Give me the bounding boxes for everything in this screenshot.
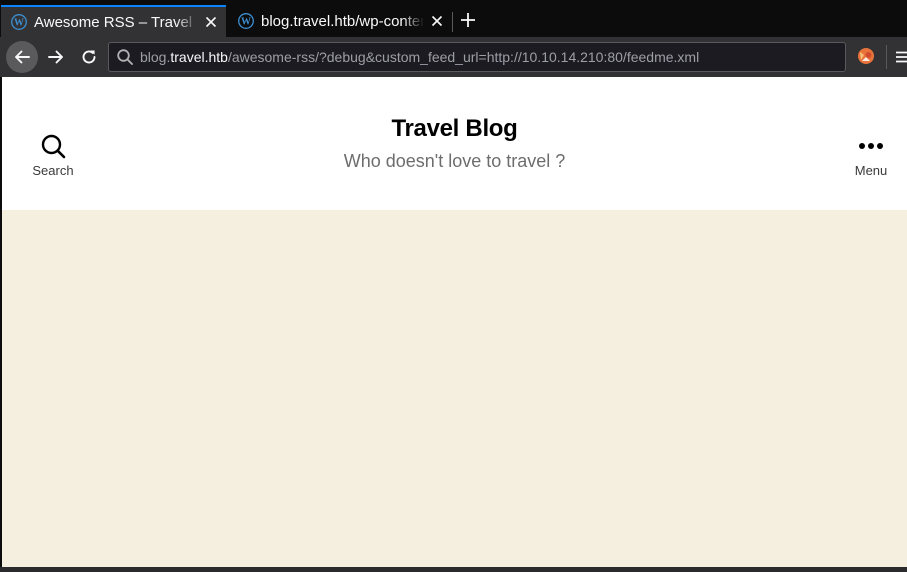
extension-button[interactable] (855, 45, 877, 67)
menu-label: Menu (854, 163, 888, 178)
site-description: Who doesn't love to travel ? (343, 151, 566, 171)
site-header: Search Travel Blog Who doesn't love to t… (2, 77, 907, 210)
window-bottom-edge (0, 567, 907, 572)
menu-toggle-button[interactable]: Menu (831, 133, 907, 178)
reload-icon (82, 50, 96, 64)
arrow-right-icon (48, 50, 63, 64)
tab-separator (452, 12, 453, 32)
new-tab-button[interactable] (456, 8, 480, 32)
close-tab-icon[interactable] (426, 10, 448, 32)
back-button[interactable] (6, 41, 38, 73)
close-tab-icon[interactable] (200, 11, 222, 33)
nav-bar: blog.travel.htb/awesome-rss/?debug&custo… (0, 37, 907, 77)
hamburger-icon (896, 51, 907, 63)
address-bar[interactable]: blog.travel.htb/awesome-rss/?debug&custo… (108, 42, 846, 72)
ellipsis-icon (859, 143, 883, 149)
url-domain: travel.htb (170, 49, 228, 65)
tab-title: blog.travel.htb/wp-content/ (261, 12, 424, 30)
url-path: /awesome-rss/?debug&custom_feed_url=http… (227, 49, 700, 65)
forward-button[interactable] (42, 43, 70, 71)
tab-wp-content[interactable]: W blog.travel.htb/wp-content/ (228, 5, 452, 37)
plus-icon (461, 13, 475, 27)
fox-extension-icon (858, 48, 874, 64)
wordpress-icon: W (238, 13, 254, 29)
reload-button[interactable] (75, 43, 103, 71)
site-title[interactable]: Travel Blog (2, 115, 907, 143)
tab-title: Awesome RSS – Travel Blog (34, 13, 198, 31)
toolbar-separator (886, 45, 887, 69)
tab-awesome-rss[interactable]: W Awesome RSS – Travel Blog (1, 5, 226, 37)
svg-text:W: W (14, 18, 24, 29)
page-content: Search Travel Blog Who doesn't love to t… (2, 77, 907, 567)
svg-text:W: W (241, 17, 251, 28)
tab-strip: W Awesome RSS – Travel Blog W blog.trave… (0, 0, 907, 37)
wordpress-icon: W (11, 14, 27, 30)
url-prefix: blog. (140, 49, 171, 65)
browser-menu-button[interactable] (892, 45, 907, 69)
search-icon (117, 49, 133, 65)
url-text: blog.travel.htb/awesome-rss/?debug&custo… (140, 49, 699, 65)
arrow-left-icon (15, 50, 30, 64)
